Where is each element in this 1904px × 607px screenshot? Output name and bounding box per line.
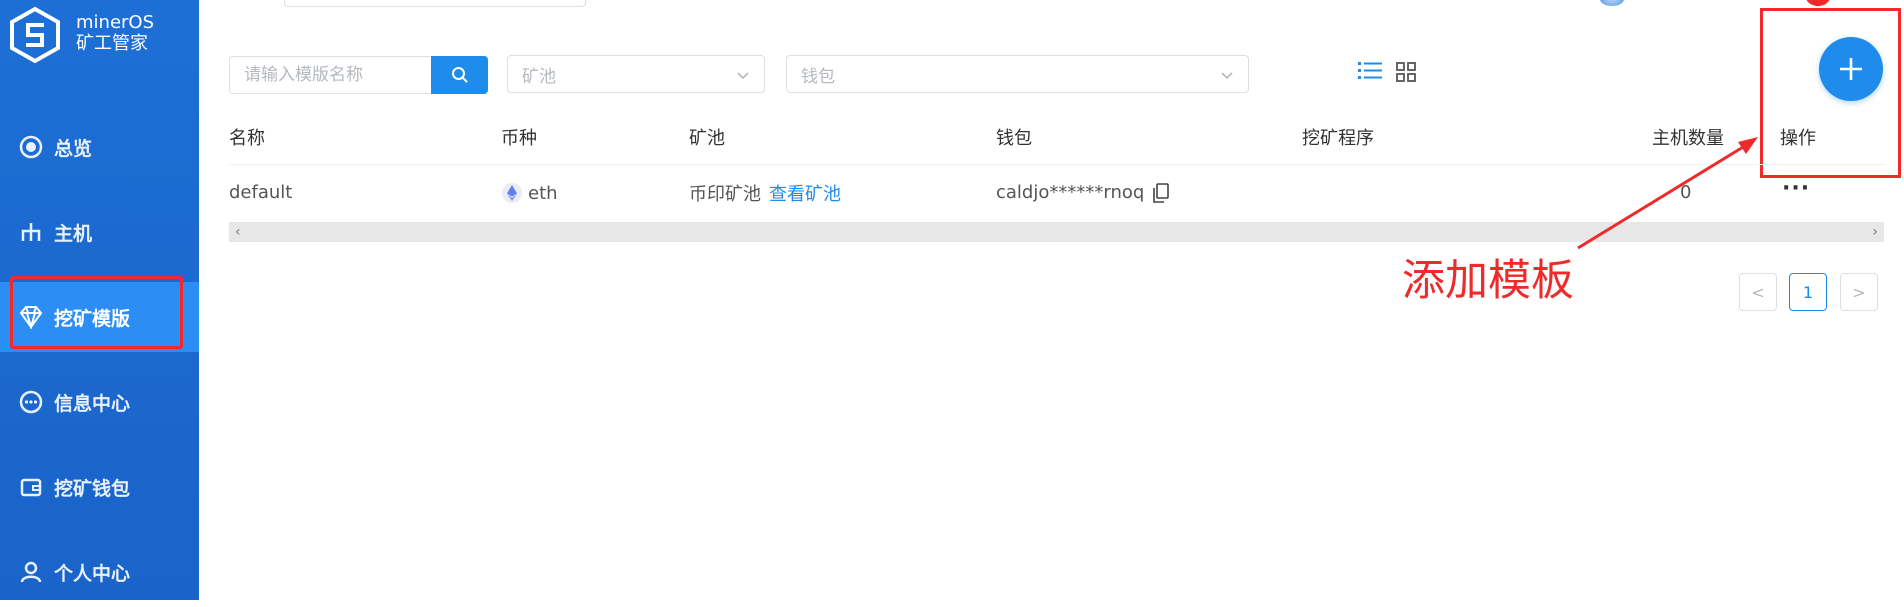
column-header-actions: 操作	[1780, 128, 1816, 149]
highlight-box	[1760, 8, 1901, 178]
more-actions-button[interactable]: ···	[1782, 176, 1810, 201]
sidebar-item-label: 信息中心	[54, 392, 131, 415]
pool-select[interactable]: 矿池	[507, 55, 765, 93]
user-icon	[18, 559, 44, 585]
search-icon	[451, 67, 468, 83]
search-button[interactable]	[431, 56, 488, 94]
column-header-pool: 矿池	[689, 128, 725, 149]
column-header-name: 名称	[229, 128, 265, 149]
sidebar-item-label: 挖矿钱包	[54, 477, 131, 500]
header-divider	[229, 164, 1884, 165]
avatar[interactable]	[1600, 0, 1624, 6]
sidebar-item-label: 主机	[54, 222, 93, 245]
wallet-select-placeholder: 钱包	[801, 66, 835, 87]
cell-coin: eth	[501, 182, 558, 204]
cell-name: default	[229, 182, 293, 203]
next-page-button[interactable]: >	[1840, 273, 1878, 311]
overview-icon	[18, 134, 44, 160]
sidebar-item-wallet[interactable]: 挖矿钱包	[0, 452, 199, 522]
view-pool-link[interactable]: 查看矿池	[769, 180, 841, 206]
cell-wallet: caldjo******rnoq	[996, 182, 1170, 203]
list-view-icon[interactable]	[1358, 60, 1382, 82]
notification-badge	[1806, 0, 1830, 6]
column-header-wallet: 钱包	[996, 128, 1032, 149]
sidebar-item-host[interactable]: 主机	[0, 197, 199, 267]
sidebar-item-label: 总览	[54, 137, 93, 160]
pool-name: 币印矿池	[689, 184, 761, 205]
highlight-box	[10, 276, 183, 349]
host-icon	[18, 219, 44, 245]
message-icon	[18, 389, 44, 415]
logo-icon	[10, 6, 60, 64]
pool-select-placeholder: 矿池	[522, 66, 556, 87]
app-subtitle: 矿工管家	[76, 33, 148, 54]
scroll-left-icon[interactable]: ‹	[235, 224, 241, 240]
copy-icon[interactable]	[1153, 182, 1170, 203]
sidebar-item-profile[interactable]: 个人中心	[0, 537, 199, 607]
prev-page-button[interactable]: <	[1739, 273, 1777, 311]
sidebar-item-messages[interactable]: 信息中心	[0, 367, 199, 437]
column-header-hosts: 主机数量	[1652, 128, 1724, 149]
chevron-down-icon	[737, 72, 749, 80]
scroll-right-icon[interactable]: ›	[1872, 224, 1878, 240]
app-name: minerOS	[76, 12, 155, 33]
app-logo[interactable]: minerOS 矿工管家	[8, 6, 198, 66]
column-header-coin: 币种	[501, 128, 537, 149]
column-header-program: 挖矿程序	[1302, 128, 1374, 149]
sidebar-item-label: 个人中心	[54, 562, 131, 585]
horizontal-scrollbar[interactable]: ‹ ›	[229, 222, 1884, 242]
sidebar-item-overview[interactable]: 总览	[0, 112, 199, 182]
coin-label: eth	[528, 182, 558, 204]
wallet-icon	[18, 474, 44, 500]
grid-view-icon[interactable]	[1396, 62, 1416, 82]
chevron-down-icon	[1221, 72, 1233, 80]
cell-pool: 币印矿池 查看矿池	[689, 180, 841, 206]
template-search-input[interactable]	[229, 56, 431, 94]
top-search-bar[interactable]	[284, 0, 586, 7]
ethereum-icon	[502, 183, 522, 203]
wallet-select[interactable]: 钱包	[786, 55, 1249, 93]
page-1-button[interactable]: 1	[1789, 273, 1827, 311]
wallet-address: caldjo******rnoq	[996, 182, 1145, 203]
annotation-label: 添加模板	[1402, 256, 1574, 306]
cell-hosts: 0	[1680, 182, 1692, 203]
sidebar: minerOS 矿工管家 总览 主机 挖矿模版 信息中心 挖矿钱包 个人中心	[0, 0, 199, 600]
